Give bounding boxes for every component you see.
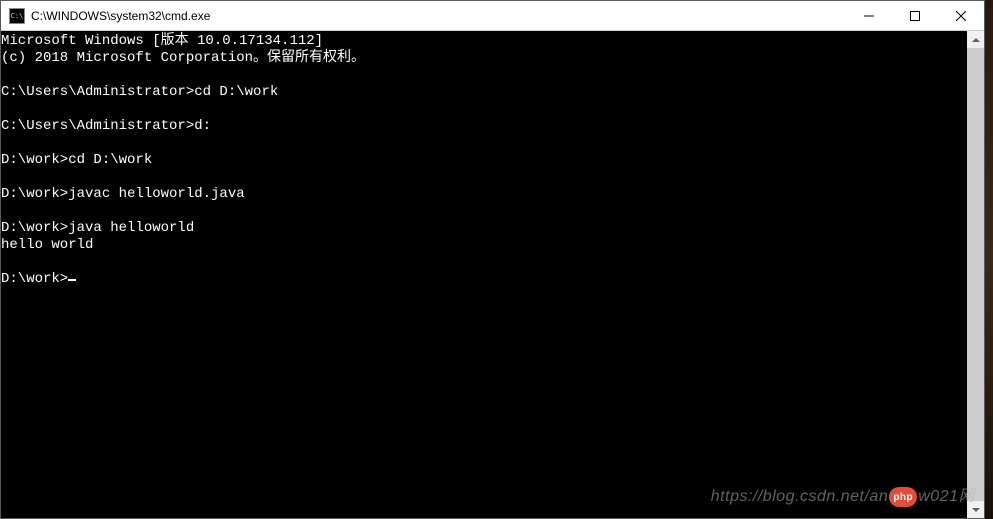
- chevron-down-icon: [972, 506, 980, 514]
- background-edge: [985, 0, 993, 519]
- window-controls: [846, 1, 984, 30]
- maximize-button[interactable]: [892, 1, 938, 30]
- scroll-down-button[interactable]: [967, 501, 984, 518]
- terminal-area: Microsoft Windows [版本 10.0.17134.112] (c…: [1, 31, 984, 518]
- terminal-output[interactable]: Microsoft Windows [版本 10.0.17134.112] (c…: [1, 31, 967, 518]
- cursor: [68, 279, 76, 281]
- close-button[interactable]: [938, 1, 984, 30]
- window-title: C:\WINDOWS\system32\cmd.exe: [31, 9, 846, 23]
- scrollbar-track[interactable]: [967, 48, 984, 501]
- minimize-button[interactable]: [846, 1, 892, 30]
- chevron-up-icon: [972, 36, 980, 44]
- titlebar[interactable]: C:\ C:\WINDOWS\system32\cmd.exe: [1, 1, 984, 31]
- maximize-icon: [910, 11, 920, 21]
- cmd-window: C:\ C:\WINDOWS\system32\cmd.exe Microsof…: [0, 0, 985, 519]
- vertical-scrollbar[interactable]: [967, 31, 984, 518]
- scrollbar-thumb[interactable]: [967, 48, 984, 501]
- close-icon: [956, 11, 966, 21]
- app-icon: C:\: [9, 8, 25, 24]
- minimize-icon: [864, 11, 874, 21]
- scroll-up-button[interactable]: [967, 31, 984, 48]
